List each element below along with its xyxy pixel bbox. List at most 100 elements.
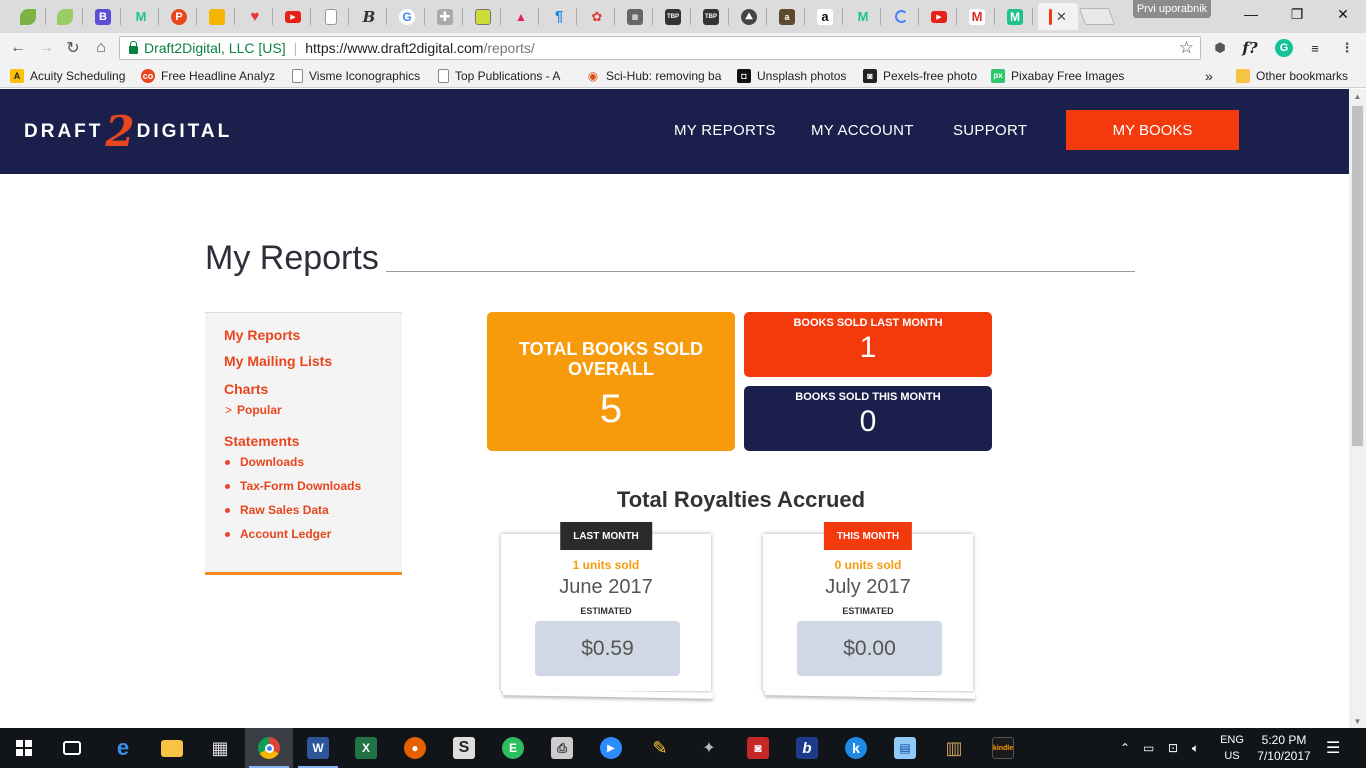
scroll-down-icon[interactable]: ▼: [1349, 714, 1366, 728]
extension-fontface-button[interactable]: f?: [1241, 39, 1259, 57]
tab-tbp[interactable]: TBP: [656, 3, 690, 30]
taskbar-excel[interactable]: X: [342, 728, 390, 768]
bookmark-scihub[interactable]: ◉ Sci-Hub: removing ba: [586, 67, 724, 84]
tab-heart[interactable]: ♥: [238, 3, 272, 30]
taskbar-zoom[interactable]: ▶: [587, 728, 635, 768]
nav-my-reports[interactable]: MY REPORTS: [674, 122, 776, 139]
taskbar-k-app[interactable]: k: [832, 728, 880, 768]
tab-b[interactable]: B: [86, 3, 120, 30]
scroll-up-icon[interactable]: ▲: [1349, 89, 1366, 103]
tab-gmail[interactable]: M: [960, 3, 994, 30]
taskbar-b-app[interactable]: b: [783, 728, 831, 768]
bookmark-unsplash[interactable]: ◘ Unsplash photos: [737, 67, 853, 84]
tab-board[interactable]: [466, 3, 500, 30]
new-tab-button[interactable]: [1078, 8, 1116, 25]
tab-youtube[interactable]: ▶: [276, 3, 310, 30]
bookmark-star-icon[interactable]: ☆: [1179, 38, 1194, 58]
forward-button[interactable]: →: [36, 38, 56, 58]
profile-button[interactable]: Prvi uporabnik: [1133, 0, 1211, 18]
tab-triangle[interactable]: ▲: [504, 3, 538, 30]
tab-loading[interactable]: [884, 3, 918, 30]
sidebar-item-downloads[interactable]: Downloads: [225, 455, 304, 469]
input-language-indicator[interactable]: ENG US: [1217, 732, 1247, 764]
taskbar-calculator[interactable]: ▦: [196, 728, 244, 768]
tab-m-green-2[interactable]: M: [846, 3, 880, 30]
tab-huawei[interactable]: ✿: [580, 3, 614, 30]
nav-my-account[interactable]: MY ACCOUNT: [811, 122, 914, 139]
close-icon[interactable]: ✕: [1056, 9, 1067, 25]
sidebar-item-account-ledger[interactable]: Account Ledger: [225, 527, 331, 541]
tab-youtube-2[interactable]: ▶: [922, 3, 956, 30]
tab-m-green[interactable]: M: [124, 3, 158, 30]
tab-amazon[interactable]: a: [808, 3, 842, 30]
other-bookmarks-folder[interactable]: Other bookmarks: [1236, 67, 1364, 84]
taskbar-firefox[interactable]: ●: [391, 728, 439, 768]
bookmark-top-publications[interactable]: Top Publications - A: [438, 67, 573, 84]
nav-my-books-button[interactable]: MY BOOKS: [1066, 110, 1239, 150]
taskbar-word[interactable]: W: [294, 728, 342, 768]
tab-leaf-2[interactable]: [48, 3, 82, 30]
taskbar-paint[interactable]: ✎: [636, 728, 684, 768]
taskbar-gimp[interactable]: ✦: [685, 728, 733, 768]
taskbar-file-explorer[interactable]: [148, 728, 196, 768]
bookmark-pixabay[interactable]: px Pixabay Free Images: [991, 67, 1126, 84]
sidebar-item-charts[interactable]: Charts: [224, 381, 268, 397]
taskbar-clock[interactable]: 5:20 PM 7/10/2017: [1254, 732, 1314, 764]
reload-button[interactable]: ↻: [63, 38, 83, 58]
tray-volume[interactable]: 🔈︎: [1192, 728, 1199, 768]
draft2digital-logo[interactable]: DRAFT 2 DIGITAL: [24, 109, 232, 155]
taskbar-printer[interactable]: ⎙: [538, 728, 586, 768]
back-button[interactable]: ←: [8, 38, 28, 58]
taskbar-camera[interactable]: ◙: [734, 728, 782, 768]
restore-button[interactable]: ❐: [1274, 0, 1320, 28]
tab-p[interactable]: P: [162, 3, 196, 30]
tray-overflow-button[interactable]: ⌃: [1120, 728, 1130, 768]
tab-medium[interactable]: M: [998, 3, 1032, 30]
tab-news[interactable]: ▦: [618, 3, 652, 30]
bookmark-acuity[interactable]: A Acuity Scheduling: [10, 67, 134, 84]
home-button[interactable]: ⌂: [91, 38, 111, 58]
chrome-menu-button[interactable]: ⋮: [1338, 39, 1356, 57]
tab-page[interactable]: [314, 3, 348, 30]
tab-google[interactable]: G: [390, 3, 424, 30]
bookmark-headline-analyzer[interactable]: co Free Headline Analyz: [141, 67, 278, 84]
page-scrollbar[interactable]: ▲ ▼: [1349, 89, 1366, 728]
tab-mountain[interactable]: ⛰: [732, 3, 766, 30]
taskbar-book-app[interactable]: ▤: [881, 728, 929, 768]
taskbar-library[interactable]: ▥: [930, 728, 978, 768]
sidebar-item-statements[interactable]: Statements: [224, 433, 299, 449]
taskbar-evernote[interactable]: E: [489, 728, 537, 768]
action-center-button[interactable]: ☰: [1326, 728, 1340, 768]
taskbar-scrivener[interactable]: S: [440, 728, 488, 768]
tab-tbp-2[interactable]: TBP: [694, 3, 728, 30]
nav-support[interactable]: SUPPORT: [953, 122, 1027, 139]
address-bar[interactable]: Draft2Digital, LLC [US] | https://www.dr…: [119, 36, 1201, 60]
extension-buffer-button[interactable]: ≡: [1306, 39, 1324, 57]
tab-amazon-box[interactable]: a: [770, 3, 804, 30]
taskbar-chrome[interactable]: [245, 728, 293, 768]
tab-leaf[interactable]: [11, 3, 45, 30]
extension-grammarly-button[interactable]: G: [1275, 39, 1293, 57]
tray-battery[interactable]: ▭: [1143, 728, 1154, 768]
tab-slides[interactable]: [200, 3, 234, 30]
sidebar-item-my-reports[interactable]: My Reports: [224, 327, 300, 343]
bookmarks-overflow-button[interactable]: »: [1205, 67, 1219, 84]
sidebar-item-tax-form-downloads[interactable]: Tax-Form Downloads: [225, 479, 361, 493]
tab-pilcrow[interactable]: ¶: [542, 3, 576, 30]
minimize-button[interactable]: —: [1228, 0, 1274, 28]
extension-puzzle-button[interactable]: ⬢: [1211, 39, 1229, 57]
tab-cross[interactable]: ✚: [428, 3, 462, 30]
close-window-button[interactable]: ✕: [1320, 0, 1366, 28]
taskbar-kindle[interactable]: kindle: [979, 728, 1027, 768]
taskbar-edge[interactable]: e: [99, 728, 147, 768]
bookmark-pexels[interactable]: ◙ Pexels-free photo: [863, 67, 983, 84]
bookmark-visme[interactable]: Visme Iconographics: [292, 67, 427, 84]
scroll-thumb[interactable]: [1352, 106, 1363, 446]
task-view-button[interactable]: [48, 728, 96, 768]
sidebar-item-popular[interactable]: > Popular: [225, 403, 282, 417]
tab-draft2digital-active[interactable]: ✕: [1038, 3, 1078, 30]
sidebar-item-raw-sales-data[interactable]: Raw Sales Data: [225, 503, 329, 517]
sidebar-item-mailing-lists[interactable]: My Mailing Lists: [224, 353, 332, 369]
tray-network[interactable]: ⊡: [1168, 728, 1178, 768]
tab-script[interactable]: B: [352, 3, 386, 30]
